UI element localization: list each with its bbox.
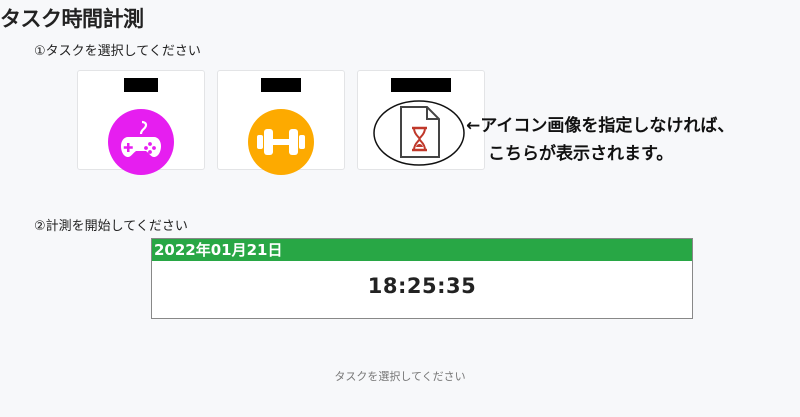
hourglass-document-icon <box>371 97 467 171</box>
task-label-redacted <box>124 78 158 92</box>
timer-panel[interactable]: 2022年01月21日 18:25:35 <box>151 238 693 319</box>
step1-instruction: ①タスクを選択してください <box>34 44 201 59</box>
step2-instruction: ②計測を開始してください <box>34 219 188 234</box>
page-title: タスク時間計測 <box>0 7 144 31</box>
status-message: タスクを選択してください <box>334 370 466 383</box>
task-card-workout[interactable] <box>217 70 345 175</box>
note-line-1: ←アイコン画像を指定しなければ、 <box>466 116 735 136</box>
date-header: 2022年01月21日 <box>152 239 692 261</box>
task-card-game[interactable] <box>77 70 205 175</box>
dumbbell-icon <box>248 105 314 175</box>
gamepad-icon <box>108 105 174 175</box>
note-line-2: こちらが表示されます。 <box>488 144 674 164</box>
time-display: 18:25:35 <box>367 274 477 298</box>
default-icon-note: ←アイコン画像を指定しなければ、 こちらが表示されます。 <box>466 112 734 168</box>
task-label-redacted <box>391 78 451 92</box>
task-label-redacted <box>261 78 301 92</box>
